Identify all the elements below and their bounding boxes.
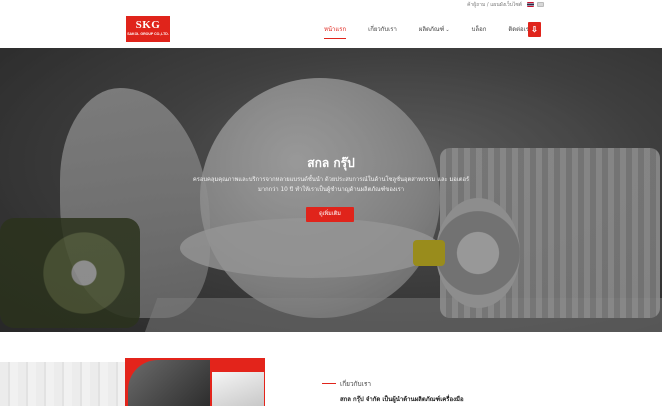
top-utility-bar: ค้าผู้ถาม / แผนผังเว็บไซต์ xyxy=(0,0,662,10)
main-nav: หน้าแรก เกี่ยวกับเรา ผลิตภัณฑ์⌄ บล็อก ติ… xyxy=(324,24,554,39)
thai-flag-icon[interactable] xyxy=(527,2,534,7)
logo-subtitle: SAKOL GROUP CO.,LTD. xyxy=(127,32,169,36)
nav-home[interactable]: หน้าแรก xyxy=(324,24,347,39)
about-snippet: สกล กรุ๊ป จำกัด เป็นผู้นำด้านผลิตภัณฑ์เค… xyxy=(340,396,464,403)
pdf-download-icon[interactable]: ⇩ xyxy=(528,22,541,37)
section-divider xyxy=(322,383,336,384)
about-section: เกี่ยวกับเรา สกล กรุ๊ป จำกัด เป็นผู้นำด้… xyxy=(0,332,662,406)
nav-about[interactable]: เกี่ยวกับเรา xyxy=(368,24,397,34)
nav-products-label: ผลิตภัณฑ์ xyxy=(418,26,445,33)
nav-blog[interactable]: บล็อก xyxy=(472,24,487,34)
hero-banner: สกล กรุ๊ป ครอบคลุมคุณภาพและบริการจากหลาย… xyxy=(0,48,662,332)
about-image-photo xyxy=(128,360,210,406)
hero-description: ครอบคลุมคุณภาพและบริการจากหลายแบรนด์ชั้น… xyxy=(192,177,470,193)
chevron-down-icon: ⌄ xyxy=(445,27,450,33)
company-logo[interactable]: SKG SAKOL GROUP CO.,LTD. xyxy=(126,16,170,42)
about-image-photo-secondary xyxy=(212,372,264,406)
read-more-button[interactable]: ดูเพิ่มเติม xyxy=(306,207,354,222)
utility-links[interactable]: ค้าผู้ถาม / แผนผังเว็บไซต์ xyxy=(467,1,522,9)
logo-mark: SKG xyxy=(135,19,161,31)
nav-products[interactable]: ผลิตภัณฑ์⌄ xyxy=(419,24,450,34)
hero-title: สกล กรุ๊ป xyxy=(307,156,355,170)
about-image-city xyxy=(0,362,130,406)
about-section-label: เกี่ยวกับเรา xyxy=(340,380,372,388)
english-flag-icon[interactable] xyxy=(537,2,544,7)
site-header: SKG SAKOL GROUP CO.,LTD. หน้าแรก เกี่ยวก… xyxy=(0,10,662,48)
